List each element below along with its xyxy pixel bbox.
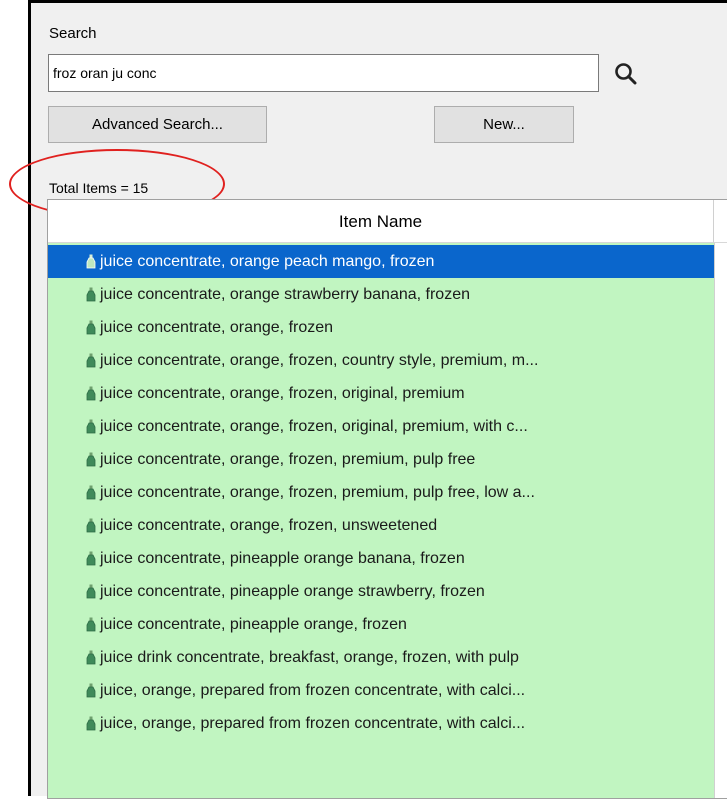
item-name: juice concentrate, orange, frozen, unswe… xyxy=(100,517,438,534)
bottle-icon xyxy=(86,518,96,533)
item-name: juice concentrate, pineapple orange bana… xyxy=(100,550,465,567)
list-item[interactable]: juice concentrate, orange, frozen, origi… xyxy=(48,410,714,443)
item-name: juice drink concentrate, breakfast, oran… xyxy=(100,649,519,666)
bottle-icon xyxy=(86,683,96,698)
item-name: juice concentrate, orange, frozen, count… xyxy=(100,352,539,369)
item-name: juice concentrate, orange, frozen, premi… xyxy=(100,484,535,501)
list-item[interactable]: juice concentrate, orange, frozen, origi… xyxy=(48,377,714,410)
bottle-icon xyxy=(86,254,96,269)
list-empty-area xyxy=(714,243,727,798)
item-name: juice concentrate, orange strawberry ban… xyxy=(100,286,470,303)
item-name: juice concentrate, orange, frozen, origi… xyxy=(100,418,528,435)
search-input[interactable] xyxy=(48,54,599,92)
list-item[interactable]: juice concentrate, orange, frozen, unswe… xyxy=(48,509,714,542)
item-name: juice concentrate, orange, frozen, premi… xyxy=(100,451,476,468)
bottle-icon xyxy=(86,485,96,500)
column-header-item-name[interactable]: Item Name xyxy=(48,200,714,243)
bottle-icon xyxy=(86,617,96,632)
bottle-icon xyxy=(86,452,96,467)
bottle-icon xyxy=(86,650,96,665)
bottle-icon xyxy=(86,419,96,434)
total-items-count: Total Items = 15 xyxy=(49,180,149,196)
list-item[interactable]: juice, orange, prepared from frozen conc… xyxy=(48,674,714,707)
bottle-icon xyxy=(86,551,96,566)
list-item-selected[interactable]: juice concentrate, orange peach mango, f… xyxy=(48,245,714,278)
item-name: juice concentrate, pineapple orange stra… xyxy=(100,583,485,600)
item-name: juice concentrate, pineapple orange, fro… xyxy=(100,616,407,633)
magnifier-icon[interactable] xyxy=(613,61,639,87)
item-name: juice concentrate, orange, frozen, origi… xyxy=(100,385,465,402)
list-item[interactable]: juice concentrate, orange, frozen xyxy=(48,311,714,344)
item-name: juice, orange, prepared from frozen conc… xyxy=(100,715,526,732)
item-name: juice concentrate, orange peach mango, f… xyxy=(100,253,435,270)
list-item[interactable]: juice concentrate, orange strawberry ban… xyxy=(48,278,714,311)
search-panel: Search Advanced Search... New... Total I… xyxy=(9,0,727,799)
list-item[interactable]: juice concentrate, orange, frozen, premi… xyxy=(48,476,714,509)
list-item[interactable]: juice concentrate, orange, frozen, count… xyxy=(48,344,714,377)
bottle-icon xyxy=(86,716,96,731)
column-header-spacer xyxy=(714,200,727,243)
bottle-icon xyxy=(86,386,96,401)
bottle-icon xyxy=(86,320,96,335)
bottle-icon xyxy=(86,353,96,368)
list-item[interactable]: juice concentrate, pineapple orange stra… xyxy=(48,575,714,608)
item-rows: juice concentrate, orange peach mango, f… xyxy=(48,243,714,798)
item-name: juice, orange, prepared from frozen conc… xyxy=(100,682,526,699)
item-name: juice concentrate, orange, frozen xyxy=(100,319,334,336)
list-item[interactable]: juice, orange, prepared from frozen conc… xyxy=(48,707,714,740)
bottle-icon xyxy=(86,287,96,302)
list-item[interactable]: juice concentrate, orange, frozen, premi… xyxy=(48,443,714,476)
item-list[interactable]: Item Name juice concentrate, orange peac… xyxy=(47,199,727,799)
search-label: Search xyxy=(49,25,97,42)
list-item[interactable]: juice drink concentrate, breakfast, oran… xyxy=(48,641,714,674)
list-item[interactable]: juice concentrate, pineapple orange, fro… xyxy=(48,608,714,641)
list-item[interactable]: juice concentrate, pineapple orange bana… xyxy=(48,542,714,575)
advanced-search-button[interactable]: Advanced Search... xyxy=(48,106,267,143)
bottle-icon xyxy=(86,584,96,599)
new-button[interactable]: New... xyxy=(434,106,574,143)
